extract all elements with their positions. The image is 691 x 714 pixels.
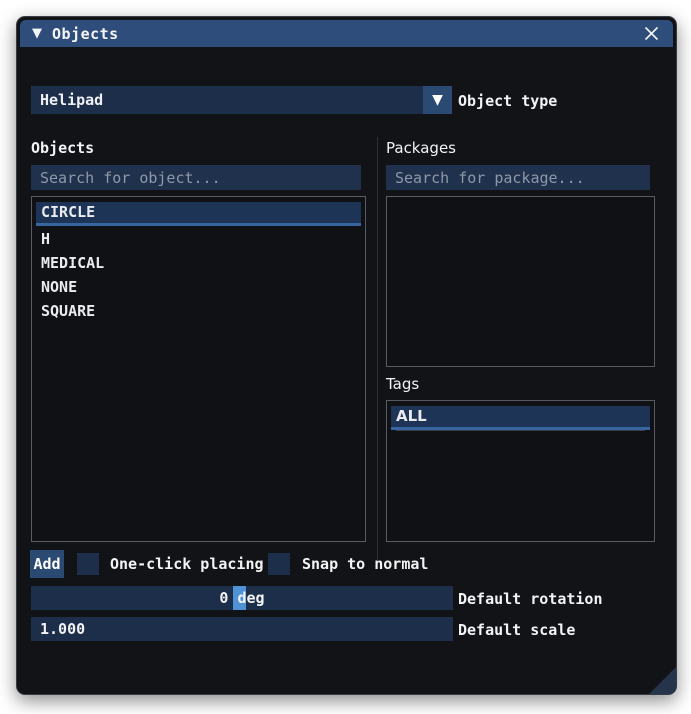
objects-list[interactable]: CIRCLE H MEDICAL NONE SQUARE bbox=[31, 196, 366, 542]
list-item[interactable]: NONE bbox=[36, 276, 361, 298]
list-item[interactable]: CIRCLE bbox=[36, 202, 361, 226]
objects-window: ▼ Objects Helipad ▼ Object type Objects … bbox=[16, 16, 677, 695]
object-type-value: Helipad bbox=[40, 91, 104, 109]
snap-to-normal-checkbox[interactable] bbox=[268, 553, 290, 575]
collapse-icon[interactable]: ▼ bbox=[32, 27, 42, 40]
default-rotation-label: Default rotation bbox=[458, 590, 603, 608]
list-item[interactable]: MEDICAL bbox=[36, 252, 361, 274]
one-click-placing-label: One-click placing bbox=[110, 555, 264, 573]
packages-list[interactable] bbox=[386, 196, 655, 367]
close-icon[interactable] bbox=[644, 26, 660, 42]
tags-panel-label: Tags bbox=[386, 375, 420, 393]
packages-panel-label: Packages bbox=[386, 139, 456, 157]
list-item[interactable]: SQUARE bbox=[36, 300, 361, 322]
default-scale-input[interactable] bbox=[31, 617, 453, 641]
default-rotation-value: 0 deg bbox=[219, 589, 265, 607]
default-scale-label: Default scale bbox=[458, 621, 576, 639]
column-divider bbox=[377, 137, 378, 560]
object-type-dropdown-button[interactable]: ▼ bbox=[423, 86, 452, 114]
add-button[interactable]: Add bbox=[30, 550, 64, 578]
one-click-placing-checkbox[interactable] bbox=[77, 553, 99, 575]
tags-list[interactable]: ALL bbox=[386, 400, 655, 542]
default-rotation-slider[interactable]: 0 deg bbox=[31, 586, 453, 610]
snap-to-normal-label: Snap to normal bbox=[302, 555, 429, 573]
title-bar: ▼ Objects bbox=[20, 20, 673, 47]
objects-panel-label: Objects bbox=[31, 139, 95, 157]
list-item[interactable]: H bbox=[36, 228, 361, 250]
resize-handle[interactable] bbox=[649, 667, 676, 694]
list-item[interactable]: ALL bbox=[391, 406, 650, 430]
object-search-input[interactable] bbox=[31, 165, 361, 190]
object-type-label: Object type bbox=[458, 92, 558, 110]
window-title: Objects bbox=[52, 24, 119, 43]
chevron-down-icon: ▼ bbox=[432, 92, 443, 108]
package-search-input[interactable] bbox=[386, 165, 650, 190]
object-type-dropdown[interactable]: Helipad bbox=[31, 86, 423, 114]
